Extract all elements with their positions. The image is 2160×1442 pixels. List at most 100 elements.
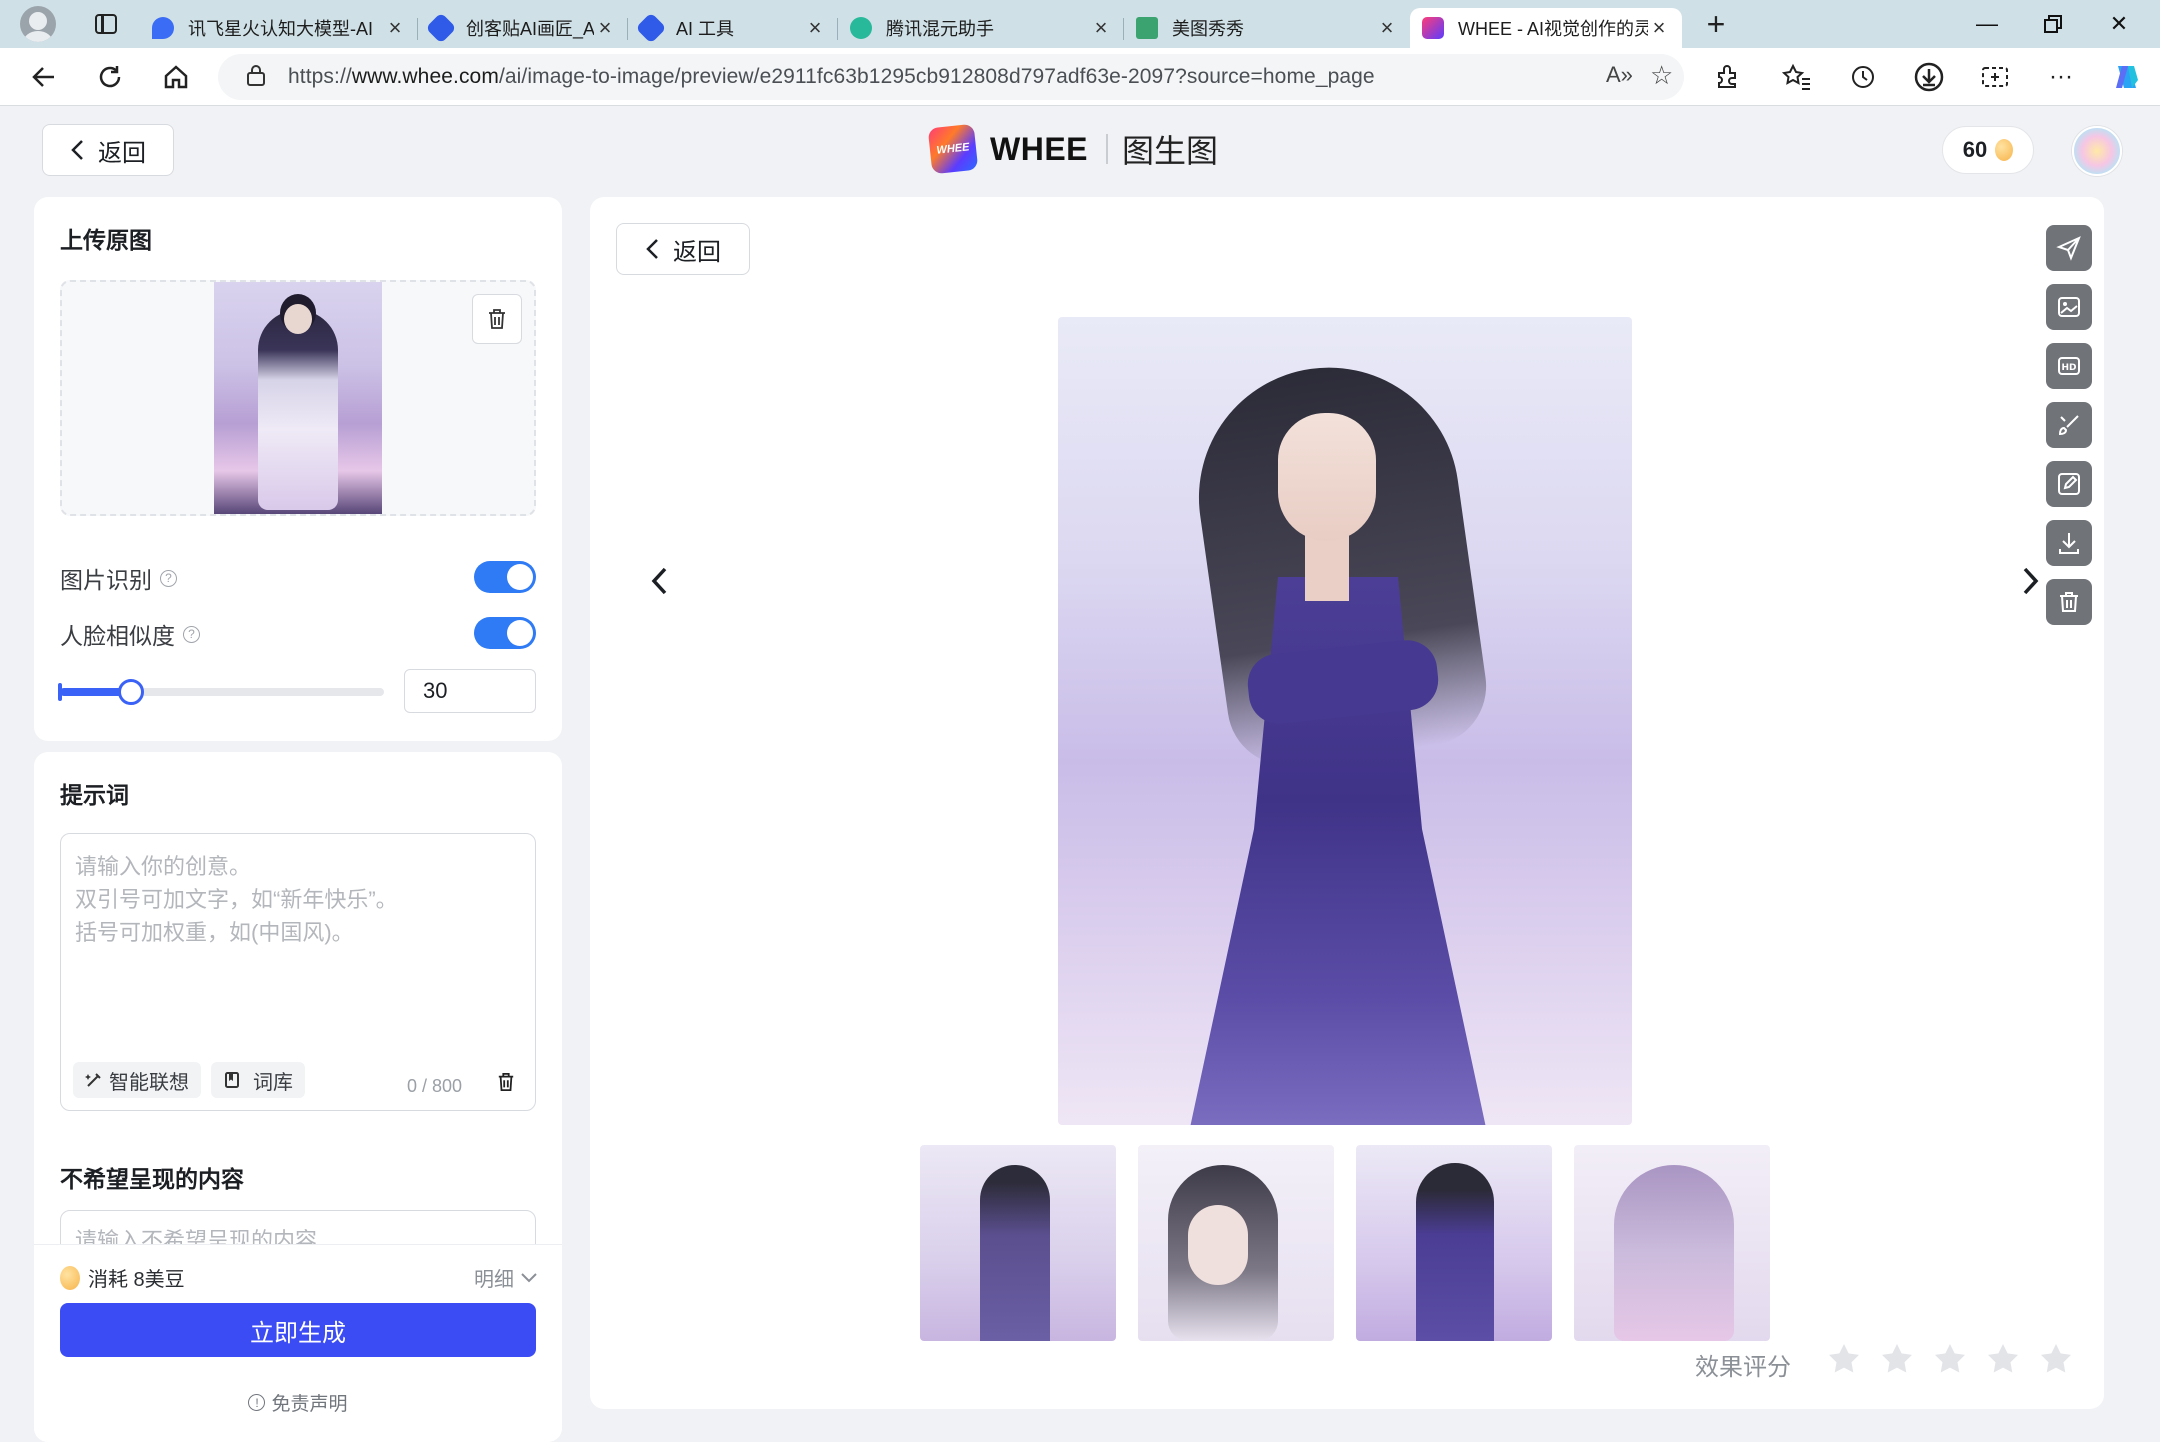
source-image xyxy=(214,282,382,514)
image-variation-button[interactable] xyxy=(2046,284,2092,330)
chuangketie-favicon-icon xyxy=(425,12,457,44)
brush-edit-button[interactable] xyxy=(2046,402,2092,448)
slider-handle[interactable] xyxy=(118,679,144,705)
prompt-textarea[interactable]: 请输入你的创意。 双引号可加文字，如“新年快乐”。 括号可加权重，如(中国风)。… xyxy=(60,833,536,1111)
result-thumbnail-1[interactable] xyxy=(920,1145,1116,1341)
rating-star-icon[interactable] xyxy=(1826,1341,1862,1377)
face-similarity-slider[interactable] xyxy=(58,679,384,705)
info-icon: ! xyxy=(248,1394,266,1411)
prompt-panel: 提示词 请输入你的创意。 双引号可加文字，如“新年快乐”。 括号可加权重，如(中… xyxy=(34,752,562,1442)
tab-label: 讯飞星火认知大模型-AI xyxy=(188,19,374,39)
tab-label: AI 工具 xyxy=(676,19,735,39)
help-icon[interactable]: ? xyxy=(183,625,200,643)
face-similarity-label: 人脸相似度 xyxy=(60,623,175,649)
cost-detail-button[interactable]: 明细 xyxy=(474,1263,538,1292)
image-recognition-option: 图片识别 ? xyxy=(60,561,177,595)
favorite-star-icon[interactable]: ☆ xyxy=(1650,60,1673,91)
header-back-button[interactable]: 返回 xyxy=(42,124,174,176)
bean-icon xyxy=(60,1265,80,1290)
home-icon[interactable] xyxy=(152,53,200,101)
smart-suggest-button[interactable]: 智能联想 xyxy=(73,1062,201,1098)
extensions-icon[interactable] xyxy=(1708,58,1746,96)
remove-image-button[interactable] xyxy=(472,294,522,344)
download-button[interactable] xyxy=(2046,520,2092,566)
window-close-icon[interactable]: ✕ xyxy=(2086,0,2152,48)
generate-button[interactable]: 立即生成 xyxy=(60,1303,536,1357)
tab-label: 腾讯混元助手 xyxy=(886,19,994,39)
new-tab-button[interactable]: + xyxy=(1696,4,1736,44)
help-icon[interactable]: ? xyxy=(160,569,177,587)
result-thumbnail-3[interactable] xyxy=(1356,1145,1552,1341)
brand: WHEE WHEE 图生图 xyxy=(927,123,1218,175)
hd-upscale-button[interactable]: HD xyxy=(2046,343,2092,389)
downloads-icon[interactable] xyxy=(1910,58,1948,96)
lock-icon[interactable] xyxy=(246,64,266,91)
browser-tab-whee[interactable]: WHEE - AI视觉创作的灵 × xyxy=(1410,8,1682,48)
restore-icon[interactable] xyxy=(2020,0,2086,48)
browser-tab-bar: 讯飞星火认知大模型-AI × 创客贴AI画匠_AI艺术创 × AI 工具 × 腾… xyxy=(0,0,2160,48)
tab-close-icon[interactable]: × xyxy=(1090,15,1112,41)
chevron-left-icon xyxy=(646,239,658,259)
word-library-button[interactable]: 词库 xyxy=(211,1062,305,1098)
tab-close-icon[interactable]: × xyxy=(1648,15,1670,41)
split-screen-icon[interactable] xyxy=(1976,58,2014,96)
image-recognition-toggle[interactable] xyxy=(474,561,536,593)
profile-icon[interactable] xyxy=(20,6,56,42)
browser-tab-hunyuan[interactable]: 腾讯混元助手 × xyxy=(838,8,1124,48)
ai-tools-favicon-icon xyxy=(635,12,667,44)
upload-title: 上传原图 xyxy=(60,227,152,253)
favorites-icon[interactable] xyxy=(1778,58,1816,96)
face-similarity-input[interactable]: 30 xyxy=(404,669,536,713)
copilot-icon[interactable] xyxy=(2108,58,2146,96)
prev-image-icon[interactable] xyxy=(648,565,672,602)
tab-close-icon[interactable]: × xyxy=(594,15,616,41)
rating-star-icon[interactable] xyxy=(2038,1341,2074,1377)
tab-close-icon[interactable]: × xyxy=(1376,15,1398,41)
rating-label: 效果评分 xyxy=(1695,1354,1791,1381)
browser-tab-ai-tools[interactable]: AI 工具 × xyxy=(628,8,838,48)
result-thumbnail-4[interactable] xyxy=(1574,1145,1770,1341)
rating-star-icon[interactable] xyxy=(1879,1341,1915,1377)
minimize-icon[interactable]: — xyxy=(1954,0,2020,48)
next-image-icon[interactable] xyxy=(2018,565,2042,602)
address-bar: https://www.whee.com/ai/image-to-image/p… xyxy=(0,48,2160,106)
whee-logo-icon: WHEE xyxy=(927,123,979,175)
back-nav-icon[interactable] xyxy=(20,53,68,101)
bean-icon xyxy=(1995,139,2014,161)
tab-label: 美图秀秀 xyxy=(1172,19,1244,39)
book-icon xyxy=(225,1072,239,1088)
negative-prompt-title: 不希望呈现的内容 xyxy=(60,1166,244,1192)
rating-star-icon[interactable] xyxy=(1985,1341,2021,1377)
browser-tab-meitu[interactable]: 美图秀秀 × xyxy=(1124,8,1410,48)
browser-tab-chuangketie[interactable]: 创客贴AI画匠_AI艺术创 × xyxy=(418,8,628,48)
hd-icon: HD xyxy=(2058,357,2080,375)
meitu-favicon-icon xyxy=(1136,17,1158,39)
delete-button[interactable] xyxy=(2046,579,2092,625)
tab-close-icon[interactable]: × xyxy=(804,15,826,41)
char-counter: 0 / 800 xyxy=(407,1076,463,1096)
generate-bar: 消耗 8美豆 明细 立即生成 ! 免责声明 xyxy=(34,1244,562,1442)
upload-dropzone[interactable] xyxy=(60,280,536,516)
browser-tab-xinghuo[interactable]: 讯飞星火认知大模型-AI × xyxy=(140,8,418,48)
edit-button[interactable] xyxy=(2046,461,2092,507)
refresh-icon[interactable] xyxy=(86,53,134,101)
read-aloud-icon[interactable]: A» xyxy=(1606,62,1633,88)
tab-close-icon[interactable]: × xyxy=(384,15,406,41)
result-thumbnail-2[interactable] xyxy=(1138,1145,1334,1341)
upload-panel: 上传原图 图片识别 ? 人脸相似度 ? 30 xyxy=(34,197,562,741)
tab-actions-button[interactable] xyxy=(86,8,126,40)
clear-prompt-icon[interactable] xyxy=(497,1072,515,1097)
disclaimer-link[interactable]: ! 免责声明 xyxy=(34,1389,562,1416)
prompt-placeholder: 请输入你的创意。 双引号可加文字，如“新年快乐”。 括号可加权重，如(中国风)。 xyxy=(75,854,398,945)
preview-back-button[interactable]: 返回 xyxy=(616,223,750,275)
svg-text:HD: HD xyxy=(2061,363,2076,373)
history-icon[interactable] xyxy=(1844,58,1882,96)
face-similarity-toggle[interactable] xyxy=(474,617,536,649)
rating-star-icon[interactable] xyxy=(1932,1341,1968,1377)
more-menu-icon[interactable]: ··· xyxy=(2042,58,2080,96)
user-avatar[interactable] xyxy=(2072,126,2122,176)
send-button[interactable] xyxy=(2046,225,2092,271)
credits-badge[interactable]: 60 xyxy=(1942,126,2034,174)
url-field[interactable]: https://www.whee.com/ai/image-to-image/p… xyxy=(218,54,1684,100)
face-similarity-option: 人脸相似度 ? xyxy=(60,617,200,651)
